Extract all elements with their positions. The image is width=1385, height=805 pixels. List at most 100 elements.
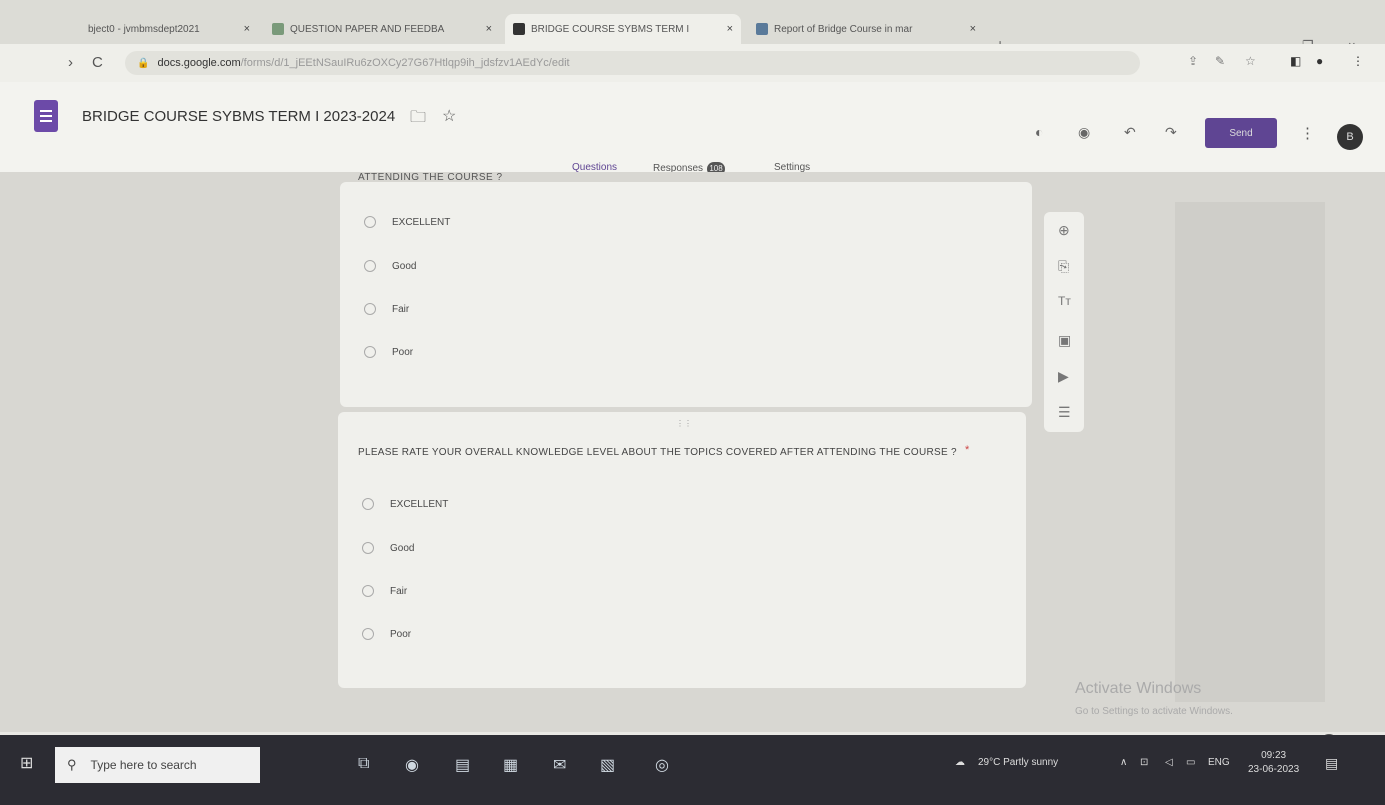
forms-icon bbox=[513, 23, 525, 35]
add-question-icon[interactable]: ⊕ bbox=[1058, 222, 1070, 239]
palette-icon[interactable]: ◐ bbox=[1035, 124, 1043, 140]
activate-windows-subtitle: Go to Settings to activate Windows. bbox=[1075, 706, 1233, 717]
close-icon[interactable]: × bbox=[244, 23, 250, 35]
close-icon[interactable]: × bbox=[970, 23, 976, 35]
docs-icon bbox=[756, 23, 768, 35]
import-questions-icon[interactable]: ⎘ bbox=[1058, 258, 1069, 275]
mail-icon[interactable]: ✉ bbox=[553, 755, 566, 775]
form-title[interactable]: BRIDGE COURSE SYBMS TERM I 2023-2024 bbox=[82, 108, 395, 125]
volume-icon[interactable]: ◁ bbox=[1165, 757, 1173, 768]
search-icon: ⚲ bbox=[67, 757, 77, 772]
drag-handle-icon[interactable]: ⋮⋮ bbox=[676, 419, 692, 428]
option-label: Fair bbox=[390, 585, 408, 597]
option-good[interactable]: Good bbox=[364, 260, 416, 272]
option-excellent[interactable]: EXCELLENT bbox=[364, 216, 450, 228]
battery-icon[interactable]: ▭ bbox=[1186, 757, 1195, 768]
option-label: Poor bbox=[392, 346, 414, 358]
edit-icon[interactable]: ✎ bbox=[1215, 54, 1225, 68]
add-title-icon[interactable]: Tт bbox=[1058, 294, 1071, 308]
tray-chevron-icon[interactable]: ∧ bbox=[1120, 757, 1127, 768]
tab-title: BRIDGE COURSE SYBMS TERM I bbox=[531, 23, 690, 35]
option-label: Good bbox=[390, 542, 415, 554]
share-icon[interactable]: ⇪ bbox=[1188, 54, 1198, 68]
url-path: /forms/d/1_jEEtNSauIRu6zOXCy27G67Htlqp9i… bbox=[240, 57, 570, 69]
close-icon[interactable]: × bbox=[486, 23, 492, 35]
radio-icon bbox=[362, 542, 374, 554]
edge-browser-icon[interactable]: ◉ bbox=[405, 755, 419, 775]
tab-title: QUESTION PAPER AND FEEDBA bbox=[290, 23, 445, 35]
option-fair[interactable]: Fair bbox=[362, 585, 407, 597]
undo-icon[interactable]: ↶ bbox=[1124, 124, 1136, 141]
close-icon[interactable]: × bbox=[727, 23, 733, 35]
lock-icon: 🔒 bbox=[137, 57, 150, 69]
drive-icon bbox=[272, 23, 284, 35]
browser-tab-3[interactable]: BRIDGE COURSE SYBMS TERM I × bbox=[505, 14, 741, 44]
weather-text[interactable]: 29°C Partly sunny bbox=[978, 757, 1058, 768]
address-bar-row: › C 🔒 docs.google.com /forms/d/1_jEEtNSa… bbox=[0, 44, 1385, 82]
task-view-icon[interactable]: ⧉ bbox=[358, 755, 369, 773]
option-label: Fair bbox=[392, 303, 410, 315]
option-poor[interactable]: Poor bbox=[364, 346, 413, 358]
avatar[interactable]: B bbox=[1337, 124, 1363, 150]
clock[interactable]: 09:23 23-06-2023 bbox=[1248, 749, 1299, 777]
notification-icon[interactable]: ▤ bbox=[1325, 755, 1338, 772]
radio-icon bbox=[362, 498, 374, 510]
radio-icon bbox=[364, 260, 376, 272]
question-title-cut: ATTENDING THE COURSE ? bbox=[358, 172, 503, 183]
right-background-panel bbox=[1175, 202, 1325, 702]
clock-date: 23-06-2023 bbox=[1248, 764, 1300, 775]
option-label: EXCELLENT bbox=[390, 498, 449, 510]
menu-icon[interactable]: ⋮ bbox=[1352, 54, 1364, 68]
preview-eye-icon[interactable]: ◉ bbox=[1078, 124, 1090, 141]
forms-logo-icon[interactable] bbox=[34, 100, 58, 132]
taskbar-search-input[interactable]: ⚲ Type here to search bbox=[55, 747, 260, 783]
option-label: Poor bbox=[390, 628, 412, 640]
star-icon[interactable]: ☆ bbox=[442, 106, 456, 126]
option-label: EXCELLENT bbox=[392, 216, 451, 228]
browser-tab-strip: bject0 - jvmbmsdept2021 × QUESTION PAPER… bbox=[0, 0, 1385, 53]
bookmark-star-icon[interactable]: ☆ bbox=[1245, 54, 1256, 68]
reload-icon[interactable]: C bbox=[92, 54, 103, 71]
sidebar-icon[interactable]: ◧ bbox=[1290, 54, 1301, 68]
send-button[interactable]: Send bbox=[1205, 118, 1277, 148]
weather-icon: ☁ bbox=[955, 757, 965, 768]
floating-toolbar: ⊕ ⎘ Tт ▣ ▶ ☰ bbox=[1044, 212, 1084, 432]
redo-icon[interactable]: ↷ bbox=[1165, 124, 1177, 141]
add-section-icon[interactable]: ☰ bbox=[1058, 404, 1071, 421]
browser-tab-2[interactable]: QUESTION PAPER AND FEEDBA × bbox=[264, 14, 500, 44]
file-explorer-icon[interactable]: ▤ bbox=[455, 755, 470, 775]
store-icon[interactable]: ▦ bbox=[503, 755, 518, 775]
radio-icon bbox=[362, 628, 374, 640]
clock-time: 09:23 bbox=[1261, 750, 1287, 761]
option-fair[interactable]: Fair bbox=[364, 303, 409, 315]
search-placeholder: Type here to search bbox=[90, 758, 197, 772]
url-input[interactable]: 🔒 docs.google.com /forms/d/1_jEEtNSauIRu… bbox=[125, 51, 1140, 75]
option-label: Good bbox=[392, 260, 417, 272]
url-domain: docs.google.com bbox=[157, 57, 241, 69]
radio-icon bbox=[364, 346, 376, 358]
folder-icon[interactable]: 🗀 bbox=[410, 106, 426, 133]
option-poor[interactable]: Poor bbox=[362, 628, 411, 640]
radio-icon bbox=[364, 303, 376, 315]
radio-icon bbox=[364, 216, 376, 228]
back-icon[interactable]: › bbox=[68, 54, 73, 71]
add-image-icon[interactable]: ▣ bbox=[1058, 332, 1071, 349]
activate-windows-title: Activate Windows bbox=[1075, 680, 1202, 697]
photos-icon[interactable]: ▧ bbox=[600, 755, 615, 775]
windows-start-icon[interactable]: ⊞ bbox=[20, 753, 33, 773]
profile-icon[interactable]: ● bbox=[1316, 54, 1323, 68]
radio-icon bbox=[362, 585, 374, 597]
chrome-icon[interactable]: ◎ bbox=[655, 755, 669, 775]
form-editor-canvas: ATTENDING THE COURSE ? EXCELLENT Good Fa… bbox=[0, 172, 1385, 752]
network-icon[interactable]: ⊡ bbox=[1140, 757, 1148, 768]
windows-taskbar: ⊞ ⚲ Type here to search ⧉ ◉ ▤ ▦ ✉ ▧ ◎ ☁ … bbox=[0, 735, 1385, 805]
browser-tab-4[interactable]: Report of Bridge Course in mar × bbox=[748, 14, 984, 44]
question-title[interactable]: PLEASE RATE YOUR OVERALL KNOWLEDGE LEVEL… bbox=[358, 444, 958, 461]
language-indicator[interactable]: ENG bbox=[1208, 757, 1230, 768]
more-options-icon[interactable]: ⋮ bbox=[1300, 124, 1315, 142]
browser-tab-1[interactable]: bject0 - jvmbmsdept2021 × bbox=[80, 14, 258, 44]
add-video-icon[interactable]: ▶ bbox=[1058, 368, 1069, 385]
option-good[interactable]: Good bbox=[362, 542, 414, 554]
option-excellent[interactable]: EXCELLENT bbox=[362, 498, 448, 510]
tab-title: Report of Bridge Course in mar bbox=[774, 23, 913, 35]
